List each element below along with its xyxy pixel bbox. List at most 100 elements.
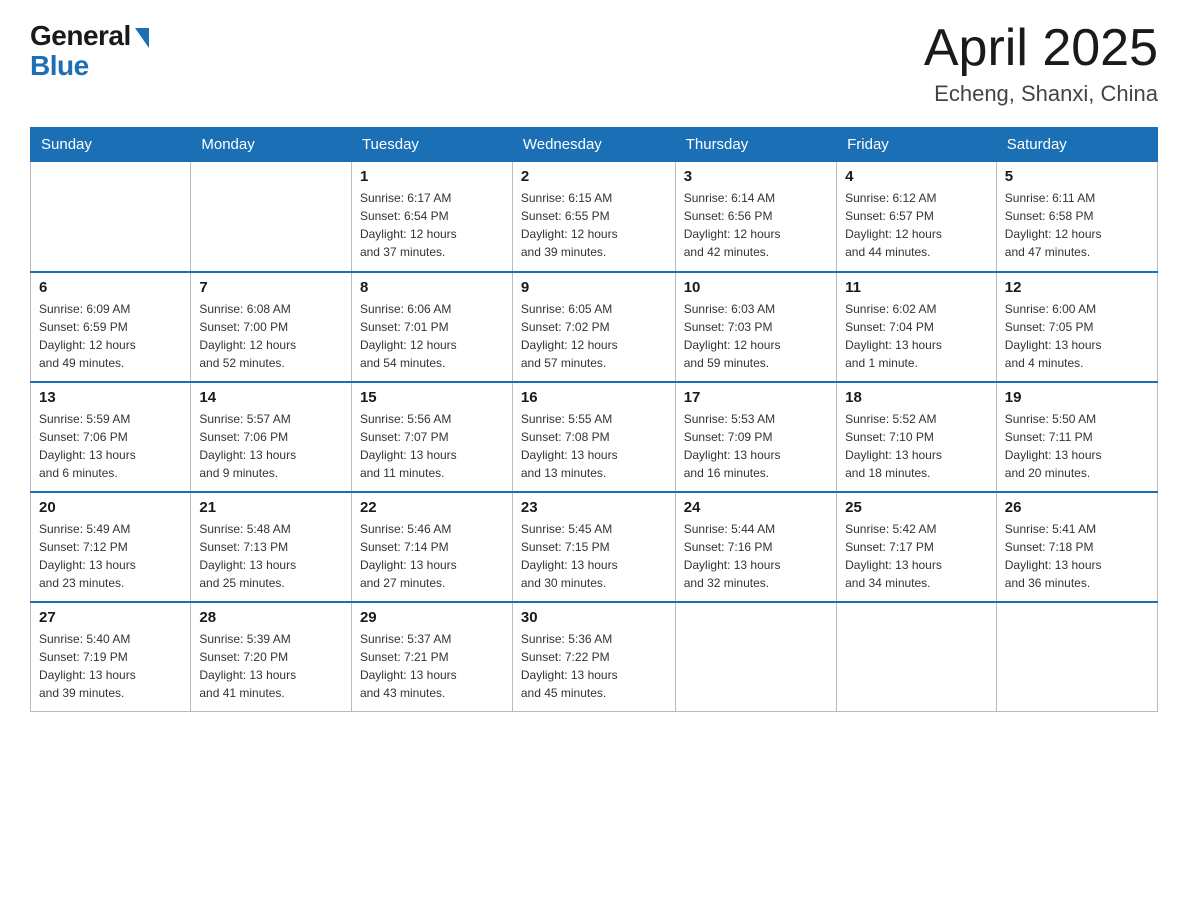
day-info: Sunrise: 5:53 AMSunset: 7:09 PMDaylight:… bbox=[684, 410, 828, 482]
calendar-cell: 5 Sunrise: 6:11 AMSunset: 6:58 PMDaylight… bbox=[996, 162, 1157, 272]
day-info: Sunrise: 5:57 AMSunset: 7:06 PMDaylight:… bbox=[199, 410, 343, 482]
calendar-cell: 26 Sunrise: 5:41 AMSunset: 7:18 PMDayligh… bbox=[996, 492, 1157, 602]
calendar-cell bbox=[191, 162, 352, 272]
day-info: Sunrise: 6:02 AMSunset: 7:04 PMDaylight:… bbox=[845, 300, 988, 372]
calendar-cell: 22 Sunrise: 5:46 AMSunset: 7:14 PMDayligh… bbox=[351, 492, 512, 602]
logo-blue-text: Blue bbox=[30, 50, 89, 82]
day-number: 7 bbox=[199, 279, 343, 296]
month-title: April 2025 bbox=[924, 20, 1158, 77]
calendar-week-row: 13 Sunrise: 5:59 AMSunset: 7:06 PMDayligh… bbox=[31, 382, 1158, 492]
day-info: Sunrise: 5:41 AMSunset: 7:18 PMDaylight:… bbox=[1005, 520, 1149, 592]
title-section: April 2025 Echeng, Shanxi, China bbox=[924, 20, 1158, 107]
day-info: Sunrise: 5:44 AMSunset: 7:16 PMDaylight:… bbox=[684, 520, 828, 592]
calendar-cell: 14 Sunrise: 5:57 AMSunset: 7:06 PMDayligh… bbox=[191, 382, 352, 492]
day-info: Sunrise: 5:56 AMSunset: 7:07 PMDaylight:… bbox=[360, 410, 504, 482]
calendar-week-row: 27 Sunrise: 5:40 AMSunset: 7:19 PMDayligh… bbox=[31, 602, 1158, 712]
day-number: 17 bbox=[684, 389, 828, 406]
day-number: 19 bbox=[1005, 389, 1149, 406]
day-info: Sunrise: 5:49 AMSunset: 7:12 PMDaylight:… bbox=[39, 520, 182, 592]
calendar-cell: 25 Sunrise: 5:42 AMSunset: 7:17 PMDayligh… bbox=[837, 492, 997, 602]
day-number: 30 bbox=[521, 609, 667, 626]
day-number: 23 bbox=[521, 499, 667, 516]
day-info: Sunrise: 5:55 AMSunset: 7:08 PMDaylight:… bbox=[521, 410, 667, 482]
weekday-header-saturday: Saturday bbox=[996, 128, 1157, 162]
calendar-cell: 8Sunrise: 6:06 AMSunset: 7:01 PMDaylight… bbox=[351, 272, 512, 382]
day-info: Sunrise: 6:06 AMSunset: 7:01 PMDaylight:… bbox=[360, 300, 504, 372]
calendar-cell: 17 Sunrise: 5:53 AMSunset: 7:09 PMDayligh… bbox=[675, 382, 836, 492]
day-number: 1 bbox=[360, 168, 504, 185]
day-number: 21 bbox=[199, 499, 343, 516]
calendar-cell: 29Sunrise: 5:37 AMSunset: 7:21 PMDayligh… bbox=[351, 602, 512, 712]
weekday-header-monday: Monday bbox=[191, 128, 352, 162]
day-info: Sunrise: 6:15 AMSunset: 6:55 PMDaylight:… bbox=[521, 189, 667, 261]
calendar-cell bbox=[996, 602, 1157, 712]
day-number: 27 bbox=[39, 609, 182, 626]
day-info: Sunrise: 5:40 AMSunset: 7:19 PMDaylight:… bbox=[39, 630, 182, 702]
day-number: 22 bbox=[360, 499, 504, 516]
weekday-header-sunday: Sunday bbox=[31, 128, 191, 162]
calendar-week-row: 20Sunrise: 5:49 AMSunset: 7:12 PMDayligh… bbox=[31, 492, 1158, 602]
calendar-cell: 24 Sunrise: 5:44 AMSunset: 7:16 PMDayligh… bbox=[675, 492, 836, 602]
day-info: Sunrise: 6:09 AMSunset: 6:59 PMDaylight:… bbox=[39, 300, 182, 372]
day-number: 9 bbox=[521, 279, 667, 296]
day-number: 13 bbox=[39, 389, 182, 406]
day-number: 15 bbox=[360, 389, 504, 406]
day-number: 4 bbox=[845, 168, 988, 185]
day-number: 3 bbox=[684, 168, 828, 185]
calendar-cell: 4Sunrise: 6:12 AMSunset: 6:57 PMDaylight… bbox=[837, 162, 997, 272]
calendar-cell: 11 Sunrise: 6:02 AMSunset: 7:04 PMDayligh… bbox=[837, 272, 997, 382]
weekday-header-thursday: Thursday bbox=[675, 128, 836, 162]
day-number: 6 bbox=[39, 279, 182, 296]
calendar-cell: 20Sunrise: 5:49 AMSunset: 7:12 PMDayligh… bbox=[31, 492, 191, 602]
day-info: Sunrise: 6:08 AMSunset: 7:00 PMDaylight:… bbox=[199, 300, 343, 372]
weekday-header-row: SundayMondayTuesdayWednesdayThursdayFrid… bbox=[31, 128, 1158, 162]
calendar-cell: 15 Sunrise: 5:56 AMSunset: 7:07 PMDayligh… bbox=[351, 382, 512, 492]
day-info: Sunrise: 5:50 AMSunset: 7:11 PMDaylight:… bbox=[1005, 410, 1149, 482]
day-info: Sunrise: 6:05 AMSunset: 7:02 PMDaylight:… bbox=[521, 300, 667, 372]
calendar-cell: 27 Sunrise: 5:40 AMSunset: 7:19 PMDayligh… bbox=[31, 602, 191, 712]
calendar-cell: 12Sunrise: 6:00 AMSunset: 7:05 PMDayligh… bbox=[996, 272, 1157, 382]
day-info: Sunrise: 5:37 AMSunset: 7:21 PMDaylight:… bbox=[360, 630, 504, 702]
day-info: Sunrise: 6:03 AMSunset: 7:03 PMDaylight:… bbox=[684, 300, 828, 372]
day-number: 26 bbox=[1005, 499, 1149, 516]
day-info: Sunrise: 5:36 AMSunset: 7:22 PMDaylight:… bbox=[521, 630, 667, 702]
day-number: 11 bbox=[845, 279, 988, 296]
calendar-cell: 2 Sunrise: 6:15 AMSunset: 6:55 PMDaylight… bbox=[512, 162, 675, 272]
calendar-cell: 13 Sunrise: 5:59 AMSunset: 7:06 PMDayligh… bbox=[31, 382, 191, 492]
day-info: Sunrise: 5:45 AMSunset: 7:15 PMDaylight:… bbox=[521, 520, 667, 592]
page-header: General Blue April 2025 Echeng, Shanxi, … bbox=[30, 20, 1158, 107]
calendar-cell bbox=[675, 602, 836, 712]
day-number: 16 bbox=[521, 389, 667, 406]
day-info: Sunrise: 6:17 AMSunset: 6:54 PMDaylight:… bbox=[360, 189, 504, 261]
calendar-week-row: 1 Sunrise: 6:17 AMSunset: 6:54 PMDaylight… bbox=[31, 162, 1158, 272]
day-info: Sunrise: 5:42 AMSunset: 7:17 PMDaylight:… bbox=[845, 520, 988, 592]
day-info: Sunrise: 5:59 AMSunset: 7:06 PMDaylight:… bbox=[39, 410, 182, 482]
day-info: Sunrise: 5:46 AMSunset: 7:14 PMDaylight:… bbox=[360, 520, 504, 592]
day-info: Sunrise: 5:48 AMSunset: 7:13 PMDaylight:… bbox=[199, 520, 343, 592]
calendar-cell: 9 Sunrise: 6:05 AMSunset: 7:02 PMDaylight… bbox=[512, 272, 675, 382]
calendar-cell bbox=[837, 602, 997, 712]
day-number: 28 bbox=[199, 609, 343, 626]
location: Echeng, Shanxi, China bbox=[924, 81, 1158, 107]
day-number: 5 bbox=[1005, 168, 1149, 185]
calendar-cell: 10Sunrise: 6:03 AMSunset: 7:03 PMDayligh… bbox=[675, 272, 836, 382]
calendar-cell: 3 Sunrise: 6:14 AMSunset: 6:56 PMDaylight… bbox=[675, 162, 836, 272]
calendar-week-row: 6 Sunrise: 6:09 AMSunset: 6:59 PMDaylight… bbox=[31, 272, 1158, 382]
calendar-table: SundayMondayTuesdayWednesdayThursdayFrid… bbox=[30, 127, 1158, 712]
day-info: Sunrise: 5:52 AMSunset: 7:10 PMDaylight:… bbox=[845, 410, 988, 482]
calendar-cell: 18 Sunrise: 5:52 AMSunset: 7:10 PMDayligh… bbox=[837, 382, 997, 492]
day-number: 14 bbox=[199, 389, 343, 406]
calendar-cell: 28Sunrise: 5:39 AMSunset: 7:20 PMDayligh… bbox=[191, 602, 352, 712]
weekday-header-friday: Friday bbox=[837, 128, 997, 162]
weekday-header-wednesday: Wednesday bbox=[512, 128, 675, 162]
calendar-cell: 30 Sunrise: 5:36 AMSunset: 7:22 PMDayligh… bbox=[512, 602, 675, 712]
day-number: 25 bbox=[845, 499, 988, 516]
calendar-cell: 6 Sunrise: 6:09 AMSunset: 6:59 PMDaylight… bbox=[31, 272, 191, 382]
day-info: Sunrise: 6:11 AMSunset: 6:58 PMDaylight:… bbox=[1005, 189, 1149, 261]
day-number: 2 bbox=[521, 168, 667, 185]
calendar-cell: 21 Sunrise: 5:48 AMSunset: 7:13 PMDayligh… bbox=[191, 492, 352, 602]
day-info: Sunrise: 6:14 AMSunset: 6:56 PMDaylight:… bbox=[684, 189, 828, 261]
calendar-cell: 23 Sunrise: 5:45 AMSunset: 7:15 PMDayligh… bbox=[512, 492, 675, 602]
day-number: 18 bbox=[845, 389, 988, 406]
day-number: 24 bbox=[684, 499, 828, 516]
